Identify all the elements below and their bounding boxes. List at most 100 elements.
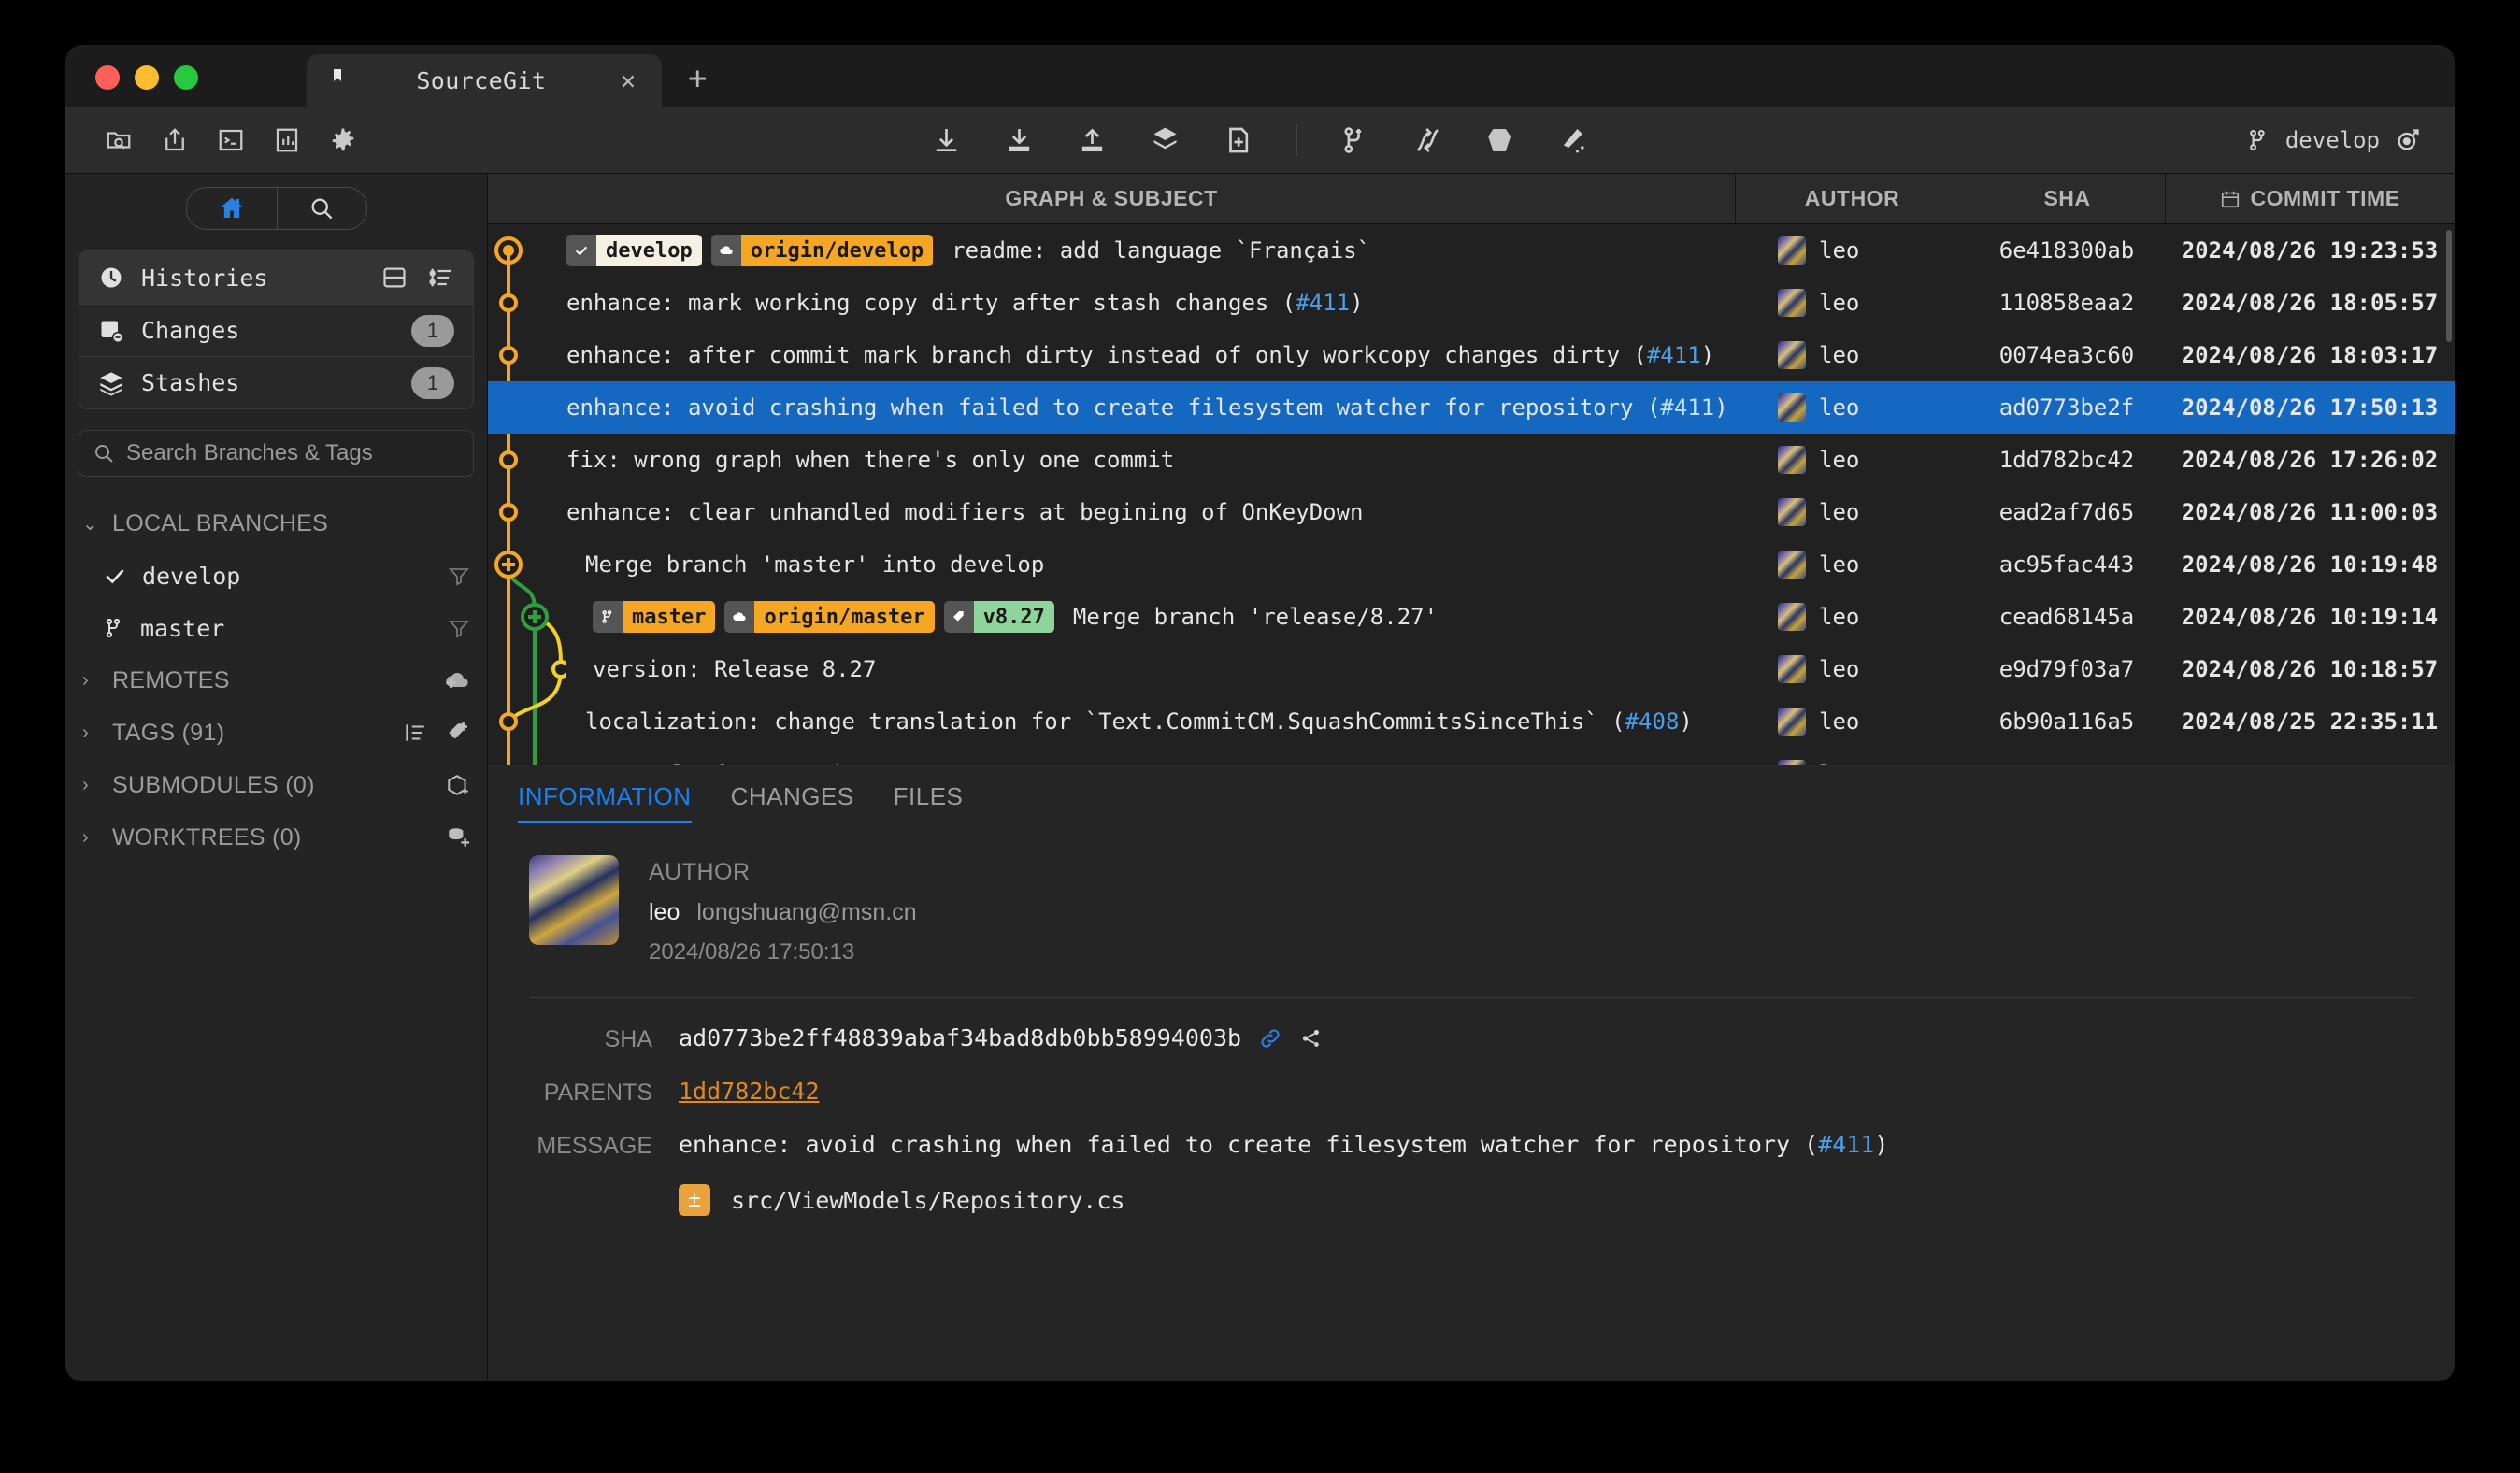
tab-information[interactable]: INFORMATION (518, 782, 692, 823)
commit-author: leo (1735, 341, 1969, 369)
table-row[interactable]: master origin/master (488, 591, 2455, 643)
add-submodule-icon[interactable] (446, 773, 470, 797)
section-worktrees[interactable]: › WORKTREES (0) (65, 811, 487, 864)
current-branch-indicator[interactable]: develop (2246, 127, 2421, 153)
detail-panel: INFORMATION CHANGES FILES AUTHOR leo lon… (488, 765, 2455, 1381)
sidebar-item-stashes[interactable]: Stashes 1 (79, 356, 473, 408)
sidebar-item-histories[interactable]: Histories (79, 251, 473, 304)
cherry-pick-icon[interactable] (1413, 125, 1443, 155)
branch-icon (2246, 128, 2270, 152)
new-branch-icon[interactable] (1340, 125, 1370, 155)
sidebar-item-branch-develop[interactable]: develop (65, 550, 487, 602)
table-row[interactable]: Merge branch 'master' into develop leo a… (488, 538, 2455, 591)
add-remote-icon[interactable] (444, 667, 470, 694)
add-tag-icon[interactable] (446, 721, 470, 745)
close-window-button[interactable] (95, 65, 120, 90)
section-label: WORKTREES (0) (112, 824, 433, 851)
section-local-branches[interactable]: ⌄ LOCAL BRANCHES (65, 497, 487, 550)
commit-time: 2024/08/26 18:03:17 (2165, 342, 2455, 368)
issue-link[interactable]: #411 (1647, 342, 1701, 368)
branch-tree: ⌄ LOCAL BRANCHES develop (65, 497, 487, 864)
tab-changes[interactable]: CHANGES (731, 782, 854, 823)
tab-files[interactable]: FILES (894, 782, 964, 823)
section-remotes[interactable]: › REMOTES (65, 654, 487, 707)
section-submodules[interactable]: › SUBMODULES (0) (65, 759, 487, 811)
sidebar-item-label: Stashes (141, 369, 394, 396)
terminal-icon[interactable] (217, 126, 245, 154)
sidebar-item-branch-master[interactable]: master (65, 602, 487, 654)
field-parents: PARENTS 1dd782bc42 (529, 1078, 2413, 1107)
copy-link-icon[interactable] (1258, 1026, 1282, 1051)
section-tags[interactable]: › TAGS (91) (65, 707, 487, 759)
share-icon[interactable] (161, 126, 189, 154)
table-row[interactable]: enhance: clear unhandled modifiers at be… (488, 486, 2455, 538)
minimize-window-button[interactable] (135, 65, 159, 90)
decoration-group[interactable]: master origin/master (593, 601, 1064, 633)
branch-graph-icon[interactable] (1299, 1026, 1324, 1051)
book-icon (327, 66, 348, 94)
commit-sha: 0074ea3c60 (1969, 342, 2165, 368)
layout-split-icon[interactable] (381, 265, 408, 291)
filter-icon[interactable] (448, 617, 470, 639)
mode-home-button[interactable] (187, 188, 277, 229)
apply-patch-icon[interactable] (1224, 125, 1253, 155)
sort-list-icon[interactable] (428, 265, 454, 291)
table-row[interactable]: fix: wrong graph when there's only one c… (488, 434, 2455, 486)
column-header-sha[interactable]: SHA (1969, 174, 2165, 223)
search-branches-box[interactable] (79, 430, 474, 477)
sidebar-item-label: Histories (141, 265, 365, 292)
search-input[interactable] (126, 440, 460, 466)
stash-icon[interactable] (1151, 125, 1181, 155)
list-item[interactable]: ± src/ViewModels/Repository.cs (529, 1184, 2413, 1216)
commit-subject: enhance: clear unhandled modifiers at be… (566, 499, 1364, 525)
commit-time: 2024/08/26 19:23:53 (2165, 237, 2455, 264)
column-header-time[interactable]: COMMIT TIME (2165, 174, 2455, 223)
issue-link[interactable]: #411 (1296, 290, 1350, 316)
stashes-count-badge: 1 (411, 367, 454, 399)
commit-list[interactable]: develop origin/develop readme: add langu… (488, 224, 2455, 765)
settings-icon[interactable] (329, 126, 357, 154)
table-row[interactable]: ux: style for squash popup leo a42412c73… (488, 748, 2455, 765)
archive-icon[interactable] (1486, 125, 1516, 155)
decoration-label: v8.27 (974, 601, 1054, 633)
tab-sourcegit[interactable]: SourceGit ✕ (307, 54, 662, 107)
table-row[interactable]: localization: change translation for `Te… (488, 695, 2455, 748)
parent-sha-link[interactable]: 1dd782bc42 (679, 1078, 820, 1105)
section-label: REMOTES (112, 667, 431, 694)
issue-link[interactable]: #411 (1818, 1131, 1874, 1158)
table-row[interactable]: develop origin/develop readme: add langu… (488, 224, 2455, 277)
commit-sha: ead2af7d65 (1969, 499, 2165, 525)
column-header-author[interactable]: AUTHOR (1735, 174, 1969, 223)
avatar (1778, 393, 1806, 422)
add-tab-icon[interactable]: + (688, 60, 707, 97)
pull-icon[interactable] (1005, 125, 1035, 155)
column-header-graph[interactable]: GRAPH & SUBJECT (488, 174, 1735, 223)
mode-search-button[interactable] (277, 188, 366, 229)
author-name: leo (1819, 761, 1859, 765)
push-tag-icon[interactable] (1559, 125, 1589, 155)
table-row-selected[interactable]: enhance: avoid crashing when failed to c… (488, 381, 2455, 434)
add-worktree-icon[interactable] (446, 825, 470, 850)
maximize-window-button[interactable] (174, 65, 198, 90)
issue-link[interactable]: #408 (1625, 708, 1680, 735)
commit-time: 2024/08/26 10:18:57 (2165, 656, 2455, 682)
sort-list-icon[interactable] (403, 721, 427, 745)
push-icon[interactable] (1078, 125, 1108, 155)
table-row[interactable]: enhance: after commit mark branch dirty … (488, 329, 2455, 381)
issue-link[interactable]: #411 (1660, 394, 1714, 421)
statistics-icon[interactable] (273, 126, 301, 154)
commit-author: leo (1735, 289, 1969, 317)
open-repo-icon[interactable] (105, 126, 133, 154)
table-row[interactable]: version: Release 8.27 leo e9d79f03a7 202… (488, 643, 2455, 695)
bisect-icon[interactable] (2395, 127, 2421, 153)
commit-sha: 6e418300ab (1969, 237, 2165, 264)
fetch-icon[interactable] (932, 125, 962, 155)
close-icon[interactable]: ✕ (615, 68, 641, 93)
decoration-head[interactable]: develop origin/develop (566, 235, 942, 266)
commit-time: 2024/08/26 17:50:13 (2165, 394, 2455, 421)
divider (529, 997, 2413, 998)
filter-icon[interactable] (448, 565, 470, 587)
author-name: leo (1819, 237, 1859, 264)
table-row[interactable]: enhance: mark working copy dirty after s… (488, 277, 2455, 329)
sidebar-item-changes[interactable]: Changes 1 (79, 304, 473, 356)
